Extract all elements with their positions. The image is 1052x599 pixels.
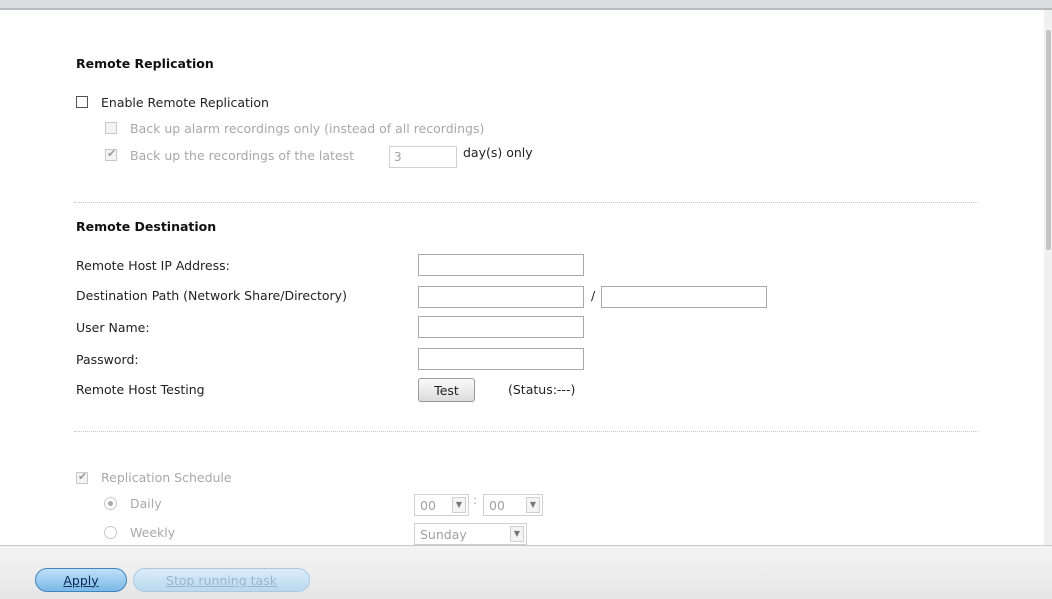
window-top-bar [0,0,1052,8]
scrollbar-thumb[interactable] [1046,30,1051,250]
weekday-value: Sunday [420,527,467,542]
destination-directory-input[interactable] [601,286,767,308]
enable-remote-replication-label: Enable Remote Replication [101,95,269,110]
stop-running-task-button[interactable]: Stop running task [133,568,310,592]
chevron-down-icon: ▼ [526,497,540,513]
alarm-only-checkbox[interactable] [105,122,117,134]
status-text: (Status:---) [508,382,576,397]
host-ip-label: Remote Host IP Address: [76,258,230,273]
latest-days-prefix-label: Back up the recordings of the latest [130,148,355,163]
destination-path-label: Destination Path (Network Share/Director… [76,288,347,303]
daily-radio[interactable] [104,497,117,510]
latest-days-suffix-label: day(s) only [463,145,533,160]
footer-toolbar: Apply Stop running task [0,545,1052,599]
time-separator: : [473,492,478,507]
destination-share-input[interactable] [418,286,584,308]
replication-schedule-checkbox[interactable] [76,470,88,484]
section-divider [74,202,978,203]
weekly-radio[interactable] [104,526,117,539]
host-ip-input[interactable] [418,254,584,276]
test-button[interactable]: Test [418,378,475,402]
hour-select[interactable]: 00 ▼ [414,494,469,516]
password-input[interactable] [418,348,584,370]
minute-select[interactable]: 00 ▼ [483,494,543,516]
section-divider-2 [74,431,978,432]
alarm-only-label: Back up alarm recordings only (instead o… [130,121,485,136]
enable-remote-replication-checkbox[interactable] [76,96,88,108]
username-input[interactable] [418,316,584,338]
apply-button[interactable]: Apply [35,568,127,592]
remote-replication-title: Remote Replication [76,56,214,71]
minute-value: 00 [489,498,505,513]
username-label: User Name: [76,320,150,335]
latest-days-input[interactable] [389,146,457,168]
settings-panel: Remote Replication Enable Remote Replica… [8,10,1044,545]
replication-schedule-label: Replication Schedule [101,470,232,485]
latest-days-checkbox[interactable] [105,147,117,161]
chevron-down-icon: ▼ [452,497,466,513]
weekly-label: Weekly [130,525,176,540]
daily-label: Daily [130,496,162,511]
weekday-select[interactable]: Sunday ▼ [414,523,527,545]
chevron-down-icon: ▼ [510,526,524,542]
remote-host-testing-label: Remote Host Testing [76,382,205,397]
remote-destination-title: Remote Destination [76,219,217,234]
hour-value: 00 [420,498,436,513]
password-label: Password: [76,352,139,367]
path-separator: / [591,288,596,303]
